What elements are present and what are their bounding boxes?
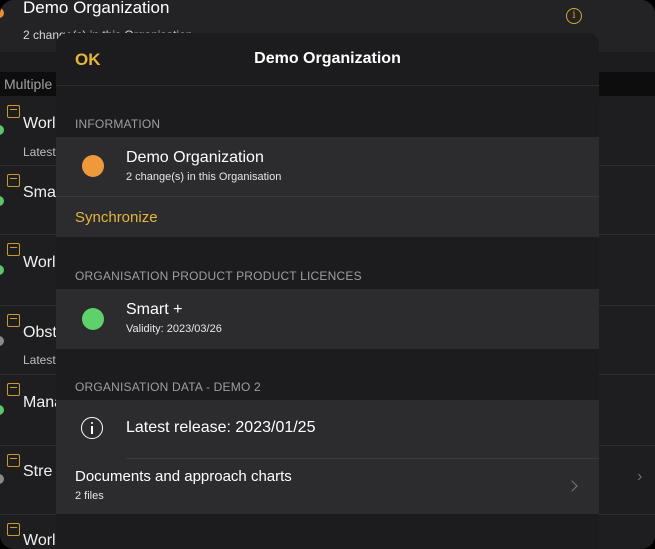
list-item-detail: Latest xyxy=(23,353,56,367)
package-icon xyxy=(7,383,20,396)
screen: Demo Organization 2 change(s) in this Or… xyxy=(0,0,655,549)
list-item-name: Obst xyxy=(23,324,57,341)
licences-group: Smart + Validity: 2023/03/26 xyxy=(56,289,599,349)
package-icon xyxy=(7,523,20,536)
status-dot xyxy=(0,543,4,549)
latest-release: Latest release: 2023/01/25 xyxy=(126,419,316,436)
product-name: Smart + xyxy=(126,301,183,318)
synchronize-button[interactable]: Synchronize xyxy=(75,209,158,226)
product-validity: Validity: 2023/03/26 xyxy=(126,323,222,335)
status-dot-green xyxy=(82,308,104,330)
modal-nav-bar: OK Demo Organization xyxy=(56,33,599,86)
status-dot xyxy=(0,474,4,484)
chevron-right-icon xyxy=(566,480,578,492)
background-section-label: Multiple xyxy=(4,76,53,92)
org-data-section-header: ORGANISATION DATA - DEMO 2 xyxy=(75,380,261,394)
org-data-group: Latest release: 2023/01/25 Documents and… xyxy=(56,400,599,514)
status-dot xyxy=(0,405,4,415)
licences-section-header: ORGANISATION PRODUCT PRODUCT LICENCES xyxy=(75,269,362,283)
divider xyxy=(56,196,599,197)
latest-release-cell: Latest release: 2023/01/25 xyxy=(56,400,599,458)
documents-cell[interactable]: Documents and approach charts 2 files xyxy=(56,459,599,514)
licence-cell: Smart + Validity: 2023/03/26 xyxy=(56,289,599,349)
information-group: Demo Organization 2 change(s) in this Or… xyxy=(56,137,599,237)
org-status-dot xyxy=(0,8,4,18)
info-icon[interactable]: i xyxy=(566,8,582,24)
package-icon xyxy=(7,105,20,118)
package-icon xyxy=(7,314,20,327)
status-dot xyxy=(0,196,4,206)
list-item-detail: Latest xyxy=(23,145,56,159)
background-title: Demo Organization xyxy=(23,0,170,17)
info-icon xyxy=(81,417,103,439)
modal-title: Demo Organization xyxy=(254,50,401,67)
status-dot-orange xyxy=(82,155,104,177)
organization-changes: 2 change(s) in this Organisation xyxy=(126,171,282,183)
organization-name: Demo Organization xyxy=(126,149,264,166)
information-section-header: INFORMATION xyxy=(75,117,161,131)
package-icon xyxy=(7,174,20,187)
status-dot xyxy=(0,125,4,135)
chevron-right-icon: › xyxy=(637,468,643,485)
package-icon xyxy=(7,243,20,256)
documents-count: 2 files xyxy=(75,490,104,502)
status-dot xyxy=(0,265,4,275)
status-dot xyxy=(0,336,4,346)
list-item-name: Stre xyxy=(23,463,53,480)
package-icon xyxy=(7,454,20,467)
list-item-name: Sma xyxy=(23,184,56,201)
documents-label: Documents and approach charts xyxy=(75,468,292,485)
organization-cell: Demo Organization 2 change(s) in this Or… xyxy=(56,137,599,196)
organization-modal: OK Demo Organization INFORMATION Demo Or… xyxy=(56,33,599,549)
